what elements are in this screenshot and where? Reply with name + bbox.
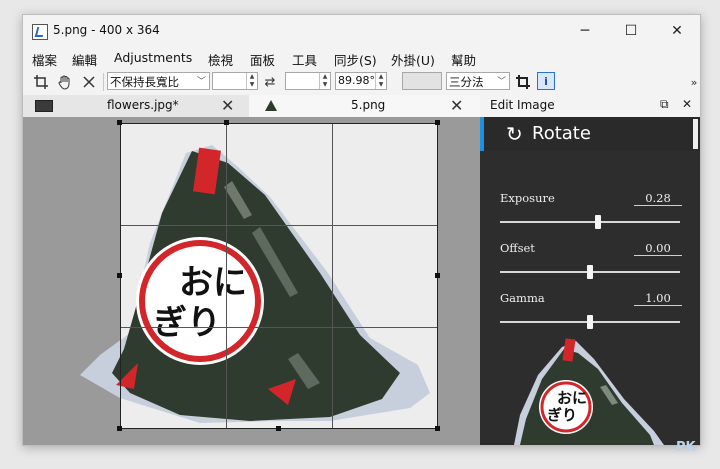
close-icon[interactable]: ✕ [450,96,463,115]
image-preview: おに ぎり [514,335,664,445]
image-thumbnail-icon [265,100,277,111]
image-thumbnail-icon [35,100,53,112]
offset-label: Offset [500,241,535,255]
tab-5png[interactable]: 5.png ✕ [249,95,480,117]
watermark: PK [676,440,696,455]
spin-arrows-icon[interactable]: ▲ ▼ [375,73,386,89]
crop-frame[interactable] [120,123,438,429]
rotate-icon: ↻ [506,122,523,146]
gamma-slider-thumb[interactable] [587,315,593,329]
grid-overlay-value: 三分法 [449,75,484,89]
menu-adjustments[interactable]: Adjustments [114,50,192,65]
panel-header: Edit Image ⧉ ✕ [480,95,700,117]
cancel-icon[interactable] [80,73,98,91]
minimize-button[interactable]: ─ [562,15,608,47]
menu-file[interactable]: 檔案 [32,50,57,69]
tab-label: flowers.jpg* [107,98,179,112]
menu-edit[interactable]: 編輯 [72,50,97,69]
gamma-value[interactable]: 1.00 [634,291,682,306]
crop-apply-icon[interactable] [514,73,532,91]
angle-field[interactable]: 89.98° ▲ ▼ [335,72,387,90]
close-button[interactable]: ✕ [654,15,700,47]
image-canvas[interactable]: おに ぎり [23,117,480,445]
exposure-value[interactable]: 0.28 [634,191,682,206]
exposure-slider[interactable] [500,221,680,223]
preview-label-text: おに ぎり [547,390,587,424]
aspect-ratio-value: 不保持長寬比 [110,75,179,89]
document-tabs: flowers.jpg* ✕ 5.png ✕ [23,95,480,117]
crop-handle[interactable] [117,120,122,125]
gamma-label: Gamma [500,291,545,305]
crop-handle[interactable] [276,426,281,431]
crop-handle[interactable] [224,120,229,125]
edit-image-panel: Edit Image ⧉ ✕ ↻ Rotate Exposure 0.28 Of… [480,95,700,445]
height-field[interactable]: ▲ ▼ [285,72,331,90]
offset-slider-thumb[interactable] [587,265,593,279]
menu-view[interactable]: 檢視 [208,50,233,69]
app-window: 5.png - 400 x 364 ─ ☐ ✕ 檔案 編輯 Adjustment… [22,14,701,446]
crop-handle[interactable] [117,273,122,278]
menu-panels[interactable]: 面板 [250,50,275,69]
chevron-down-icon: ﹀ [196,77,206,87]
spin-arrows-icon[interactable]: ▲ ▼ [246,73,257,89]
scrollbar-thumb[interactable] [693,119,698,149]
tab-flowers[interactable]: flowers.jpg* ✕ [23,95,249,117]
crop-handle[interactable] [435,273,440,278]
preview-onigiri [514,338,664,445]
menu-sync[interactable]: 同步(S) [334,50,377,69]
width-field[interactable]: ▲ ▼ [212,72,258,90]
menu-tools[interactable]: 工具 [292,50,317,69]
angle-value: 89.98° [338,74,375,87]
aspect-ratio-select[interactable]: 不保持長寬比 ﹀ [107,72,210,90]
crop-handle[interactable] [435,120,440,125]
chevron-down-icon: ﹀ [496,77,506,87]
crop-handle[interactable] [435,426,440,431]
crop-icon[interactable] [32,73,50,91]
grid-overlay-select[interactable]: 三分法 ﹀ [446,72,510,90]
window-title: 5.png - 400 x 364 [53,23,160,37]
rotate-section[interactable]: ↻ Rotate [480,117,700,151]
toolbar-overflow-icon[interactable]: » [685,73,700,91]
toolbar-separator [103,73,104,91]
swap-dimensions-icon[interactable]: ⇄ [261,73,279,91]
menu-help[interactable]: 幫助 [451,50,476,69]
tab-label: 5.png [351,98,386,112]
preview-label-line-2: ぎり [547,406,578,424]
section-title: Rotate [532,123,591,144]
offset-value[interactable]: 0.00 [634,241,682,256]
spin-arrows-icon[interactable]: ▲ ▼ [319,73,330,89]
exposure-slider-thumb[interactable] [595,215,601,229]
background-color-swatch[interactable] [402,72,442,90]
toolbar: 不保持長寬比 ﹀ ▲ ▼ ⇄ ▲ ▼ 89.98° ▲ ▼ 三分法 ﹀ i » [23,69,700,96]
info-toggle-button[interactable]: i [537,72,555,90]
image-content: おに ぎり [80,120,440,431]
app-icon [32,24,48,40]
hand-icon[interactable] [56,73,74,91]
crop-handle[interactable] [117,426,122,431]
menu-bar: 檔案 編輯 Adjustments 檢視 面板 工具 同步(S) 外掛(U) 幫… [23,47,700,69]
close-icon[interactable]: ✕ [221,96,234,115]
float-panel-icon[interactable]: ⧉ [660,97,669,112]
preview-label-line-1: おに [557,389,588,407]
close-icon[interactable]: ✕ [682,97,692,111]
title-bar: 5.png - 400 x 364 ─ ☐ ✕ [23,15,700,47]
menu-plugins[interactable]: 外掛(U) [391,50,435,69]
maximize-button[interactable]: ☐ [608,15,654,47]
panel-title: Edit Image [490,98,555,112]
exposure-label: Exposure [500,191,555,205]
